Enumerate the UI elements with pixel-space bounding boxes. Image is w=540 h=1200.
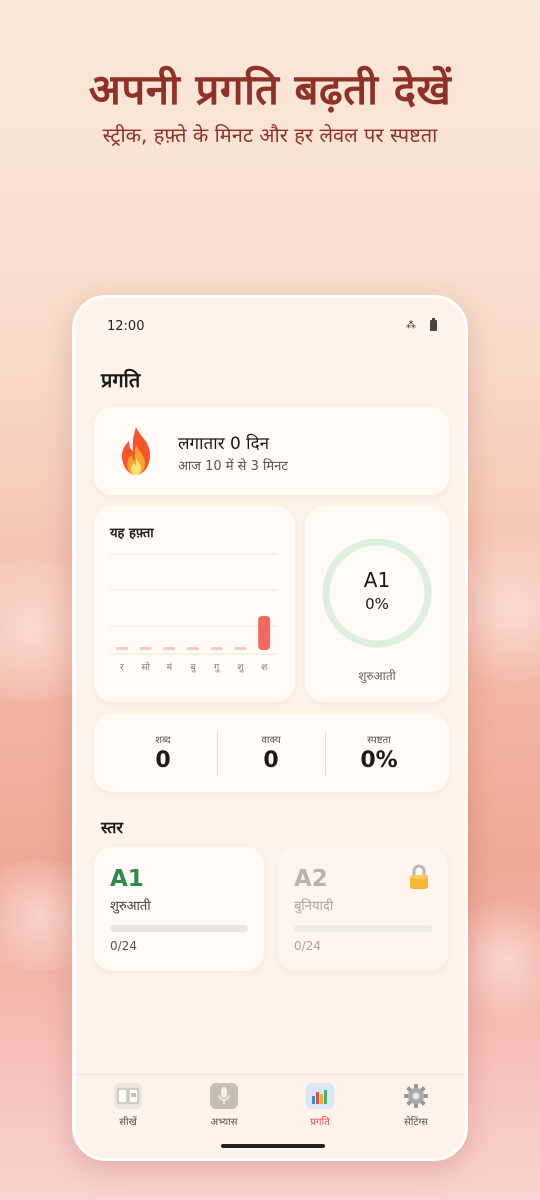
phone-frame: 12:00 ⁂ प्रगति लगातार 0 दिन आज 10 में से… [72,295,468,1161]
chart-tick-label: मं [167,662,173,673]
weekly-bar-chart: र सो मं बु गु शु श [110,553,276,673]
current-level-percent: 0% [365,595,389,613]
streak-card: लगातार 0 दिन आज 10 में से 3 मिनट [94,407,449,495]
level-code: A2 [294,866,328,892]
gear-icon [402,1083,430,1109]
current-level-card: A1 0% शुरुआती [305,506,449,702]
flame-icon [122,427,150,475]
level-card-a1[interactable]: A1 शुरुआती 0/24 [94,847,264,971]
lock-icon [410,864,428,889]
stat-clarity: स्पष्टता 0% [325,714,433,792]
level-name: शुरुआती [110,899,151,914]
level-progress-ring [322,538,432,648]
battery-icon [430,318,437,331]
hero-title: अपनी प्रगति बढ़ती देखें [88,65,452,114]
ring-track [322,538,432,648]
chart-tick-label: सो [141,661,150,673]
current-level-label: शुरुआती [358,669,396,683]
levels-heading: स्तर [101,818,123,837]
current-level-code: A1 [363,568,391,592]
status-time: 12:00 [107,319,145,334]
chart-tick-label: श [261,663,268,673]
stat-sentences-value: 0 [263,748,279,773]
nav-item-settings[interactable]: सेटिंग्स [381,1083,451,1128]
chart-bar [115,647,128,650]
stats-card: शब्द 0 वाक्य 0 स्पष्टता 0% [94,714,449,792]
level-count: 0/24 [110,939,137,953]
chart-bar [139,647,152,650]
level-card-a2[interactable]: A2 बुनियादी 0/24 [278,847,448,971]
weekly-chart-card: यह हफ़्ता र सो मं बु गु शु श [94,506,295,702]
nav-item-learn[interactable]: सीखें [93,1083,163,1128]
level-progress-bar [110,925,248,932]
streak-subtitle: आज 10 में से 3 मिनट [178,459,288,474]
page-title: प्रगति [101,368,141,392]
home-indicator [221,1144,325,1148]
nav-item-practice[interactable]: अभ्यास [189,1083,259,1128]
stat-words: शब्द 0 [109,714,217,792]
chart-bar [187,647,199,650]
stat-clarity-value: 0% [360,748,398,773]
weekly-chart-title: यह हफ़्ता [110,526,154,541]
microphone-icon [210,1083,238,1109]
bar-chart-icon [306,1083,334,1109]
level-code: A1 [110,866,144,892]
nav-label: सेटिंग्स [404,1117,428,1128]
chart-tick-label: बु [190,663,196,673]
nav-label: सीखें [119,1117,137,1128]
stat-sentences-label: वाक्य [261,735,281,746]
chart-bar [163,647,176,650]
stat-words-value: 0 [155,748,171,773]
stat-sentences: वाक्य 0 [217,714,325,792]
status-icons: ⁂ [406,318,437,331]
streak-title: लगातार 0 दिन [178,434,270,454]
nav-label: प्रगति [310,1117,330,1128]
level-count: 0/24 [294,939,321,953]
nav-label: अभ्यास [210,1117,238,1128]
chart-bar [210,647,223,650]
level-progress-bar [294,925,432,932]
chart-bar [234,647,247,650]
chart-tick-label: र [120,663,124,673]
chart-tick-label: शु [237,663,244,673]
chart-bar [258,616,271,650]
level-name: बुनियादी [294,899,334,914]
signal-icon: ⁂ [406,320,416,331]
nav-item-progress[interactable]: प्रगति [285,1083,355,1128]
hero-subtitle: स्ट्रीक, हफ़्ते के मिनट और हर लेवल पर स्… [102,123,438,147]
stat-clarity-label: स्पष्टता [367,735,391,746]
stat-words-label: शब्द [155,735,171,746]
book-icon [114,1083,142,1109]
chart-tick-label: गु [214,663,220,673]
